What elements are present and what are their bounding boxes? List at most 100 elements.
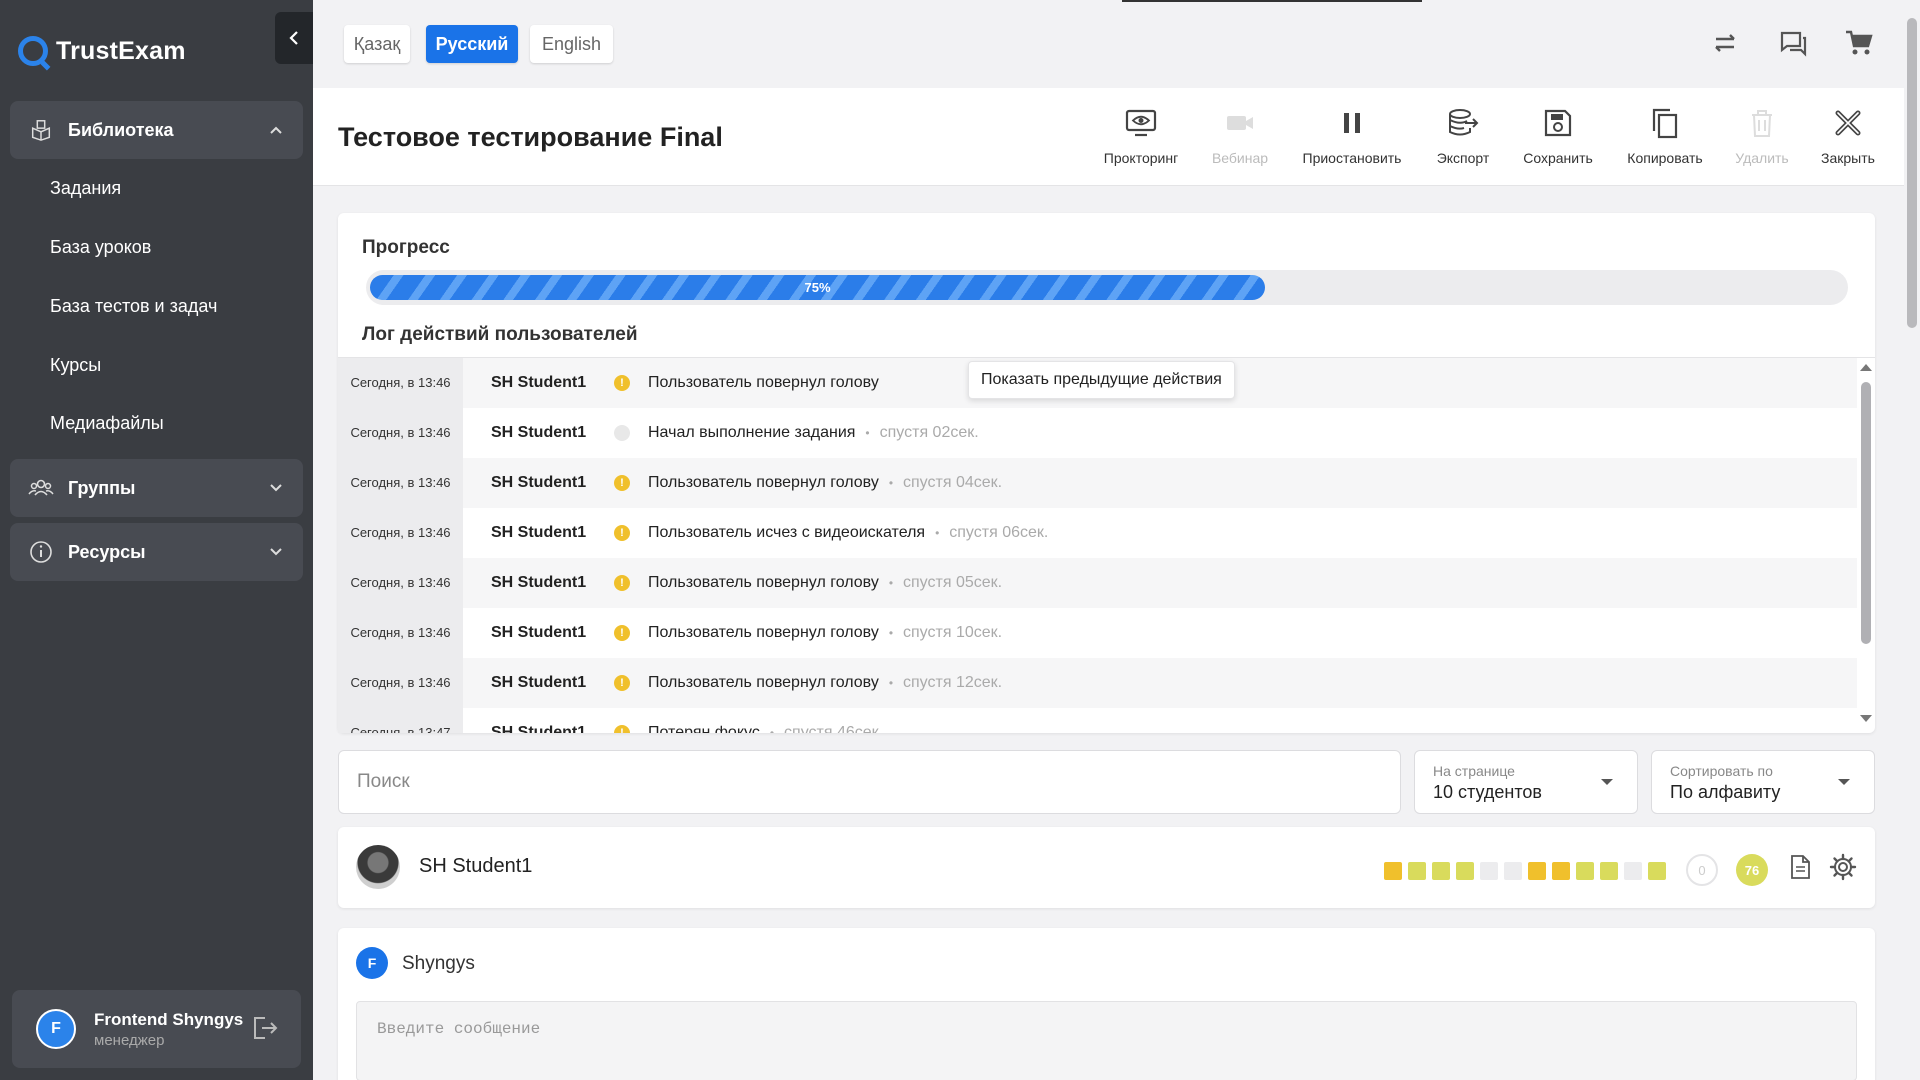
- logout-icon[interactable]: [251, 1014, 279, 1042]
- page-title: Тестовое тестирование Final: [338, 122, 723, 152]
- chevron-down-icon: [261, 537, 291, 567]
- app-logo[interactable]: TrustExam: [18, 36, 186, 66]
- student-card[interactable]: SH Student1 0 76: [338, 827, 1875, 908]
- sidebar-item-media[interactable]: Медиафайлы: [50, 413, 164, 434]
- tool-label: Копировать: [1627, 150, 1703, 166]
- log-elapsed: спустя 46сек.: [784, 724, 884, 733]
- page-scroll-thumb[interactable]: [1907, 18, 1917, 328]
- export-icon: [1449, 109, 1479, 136]
- log-user: SH Student1: [491, 524, 587, 541]
- log-row: Сегодня, в 13:46 SH Student1! Пользователь…: [338, 558, 1857, 608]
- monitor-eye-icon: [1125, 109, 1157, 137]
- answer-status-square[interactable]: [1600, 862, 1618, 880]
- pause-button[interactable]: Приостановить: [1297, 106, 1407, 166]
- warning-icon: !: [614, 575, 630, 591]
- answer-status-square[interactable]: [1624, 862, 1642, 880]
- copy-button[interactable]: Копировать: [1610, 106, 1720, 166]
- log-row: Сегодня, в 13:46 SH Student1! Пользователь…: [338, 508, 1857, 558]
- per-page-select[interactable]: На странице 10 студентов: [1414, 750, 1638, 814]
- chevron-down-icon: [261, 473, 291, 503]
- caret-down-icon: [1601, 779, 1613, 785]
- people-icon: [28, 475, 54, 501]
- log-scroll-thumb[interactable]: [1861, 382, 1871, 644]
- log-elapsed: спустя 05сек.: [903, 574, 1003, 591]
- app-name: TrustExam: [56, 36, 186, 65]
- warning-icon: !: [614, 375, 630, 391]
- answer-status-square[interactable]: [1528, 862, 1546, 880]
- log-row: Сегодня, в 13:46 SH Student1! Пользователь…: [338, 358, 1857, 408]
- user-card[interactable]: F Frontend Shyngys менеджер: [12, 990, 301, 1068]
- export-button[interactable]: Экспорт: [1408, 106, 1518, 166]
- sidebar-group-groups[interactable]: Группы: [10, 459, 303, 517]
- tool-label: Закрыть: [1821, 150, 1875, 166]
- scroll-down-icon[interactable]: [1860, 715, 1872, 722]
- sidebar-group-label: Ресурсы: [68, 541, 146, 562]
- show-previous-actions-button[interactable]: Показать предыдущие действия: [968, 361, 1235, 399]
- page-scrollbar[interactable]: [1904, 0, 1920, 1080]
- search-field[interactable]: [338, 750, 1401, 814]
- message-input[interactable]: [357, 1002, 1856, 1080]
- proctoring-button[interactable]: Прокторинг: [1086, 106, 1196, 166]
- log-message: Начал выполнение задания: [648, 424, 856, 441]
- chat-icon[interactable]: [1778, 28, 1808, 58]
- answer-status-square[interactable]: [1384, 862, 1402, 880]
- close-button[interactable]: Закрыть: [1793, 106, 1903, 166]
- answer-status-square[interactable]: [1648, 862, 1666, 880]
- log-elapsed: спустя 02сек.: [879, 424, 979, 441]
- sidebar-group-library[interactable]: Библиотека: [10, 101, 303, 159]
- answer-status-square[interactable]: [1432, 862, 1450, 880]
- log-time: Сегодня, в 13:46: [338, 558, 463, 608]
- save-button[interactable]: Сохранить: [1503, 106, 1613, 166]
- top-divider: [1122, 0, 1422, 2]
- log-time: Сегодня, в 13:46: [338, 408, 463, 458]
- message-field[interactable]: [356, 1001, 1857, 1080]
- log-elapsed: спустя 10сек.: [903, 624, 1003, 641]
- search-input[interactable]: [357, 751, 1377, 813]
- video-camera-icon: [1227, 116, 1253, 130]
- sidebar-item-courses[interactable]: Курсы: [50, 355, 101, 376]
- progress-percent: 75%: [804, 280, 831, 295]
- answer-status-square[interactable]: [1480, 862, 1498, 880]
- log-elapsed: спустя 04сек.: [903, 474, 1003, 491]
- info-dot-icon: [614, 425, 630, 441]
- warning-icon: !: [614, 675, 630, 691]
- activity-log[interactable]: Сегодня, в 13:46 SH Student1! Пользователь…: [338, 357, 1875, 733]
- log-separator: •: [888, 476, 894, 490]
- log-scrollbar[interactable]: [1857, 358, 1875, 733]
- score-badge: 76: [1736, 854, 1768, 886]
- log-user: SH Student1: [491, 374, 587, 391]
- swap-icon[interactable]: [1710, 28, 1740, 58]
- log-message: Пользователь повернул голову: [648, 574, 879, 591]
- answer-status-square[interactable]: [1504, 862, 1522, 880]
- answer-status-square[interactable]: [1456, 862, 1474, 880]
- log-row: Сегодня, в 13:47 SH Student1! Потерян фоку…: [338, 708, 1857, 733]
- sidebar-item-tasks[interactable]: Задания: [50, 178, 121, 199]
- tool-label: Приостановить: [1302, 150, 1402, 166]
- log-separator: •: [888, 576, 894, 590]
- sidebar-item-lessons[interactable]: База уроков: [50, 237, 151, 258]
- log-title: Лог действий пользователей: [362, 324, 638, 345]
- lang-ru-button[interactable]: Русский: [426, 25, 518, 63]
- gear-icon[interactable]: [1829, 853, 1857, 881]
- lang-kz-button[interactable]: Қазақ: [344, 25, 410, 63]
- sidebar-collapse-button[interactable]: [275, 12, 313, 64]
- sidebar-item-tests[interactable]: База тестов и задач: [50, 296, 217, 317]
- sidebar-group-resources[interactable]: Ресурсы: [10, 523, 303, 581]
- log-time: Сегодня, в 13:46: [338, 658, 463, 708]
- log-separator: •: [935, 526, 940, 540]
- log-separator: •: [769, 726, 775, 733]
- sidebar-group-label: Группы: [68, 477, 136, 498]
- log-row: Сегодня, в 13:46 SH Student1! Пользователь…: [338, 458, 1857, 508]
- webinar-button[interactable]: Вебинар: [1185, 106, 1295, 166]
- warning-icon: !: [614, 625, 630, 641]
- sidebar-group-label: Библиотека: [68, 119, 174, 140]
- answer-status-square[interactable]: [1408, 862, 1426, 880]
- answer-status-square[interactable]: [1576, 862, 1594, 880]
- sort-select[interactable]: Сортировать по По алфавиту: [1651, 750, 1875, 814]
- user-name: Frontend Shyngys: [94, 1009, 244, 1029]
- cart-icon[interactable]: [1844, 28, 1874, 58]
- document-icon[interactable]: [1786, 853, 1814, 881]
- answer-status-square[interactable]: [1552, 862, 1570, 880]
- lang-en-button[interactable]: English: [530, 25, 613, 63]
- scroll-up-icon[interactable]: [1860, 364, 1872, 371]
